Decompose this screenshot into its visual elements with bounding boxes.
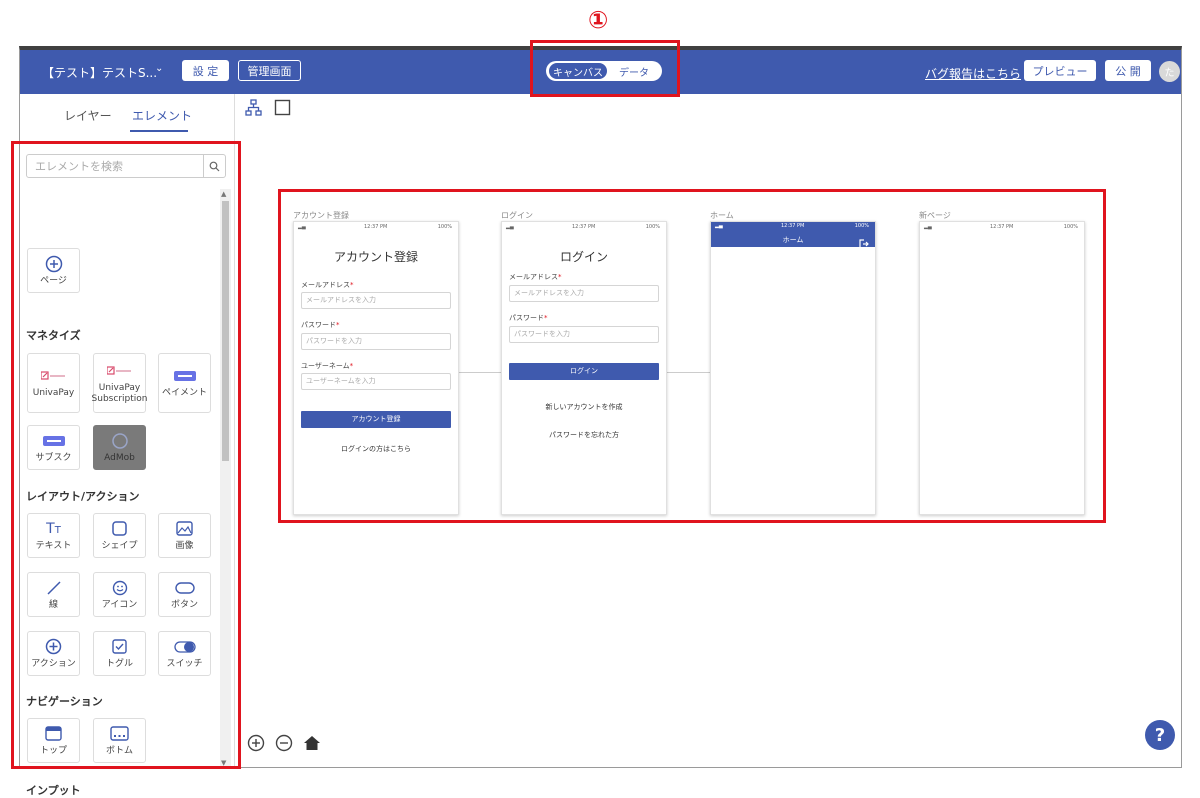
zoom-out-icon[interactable] [275,734,293,756]
chevron-down-icon[interactable]: ⌄ [155,63,163,74]
project-title[interactable]: 【テスト】テストS... [42,64,157,81]
publish-button[interactable]: 公 開 [1105,60,1151,81]
bug-report-link[interactable]: バグ報告はこちら [925,65,1021,82]
tab-layer[interactable]: レイヤー [64,107,112,124]
tab-element[interactable]: エレメント [132,107,192,124]
callout-1: ① [588,6,609,34]
zoom-in-icon[interactable] [247,734,265,756]
callout-box-1 [530,40,680,97]
callout-box-2 [11,141,241,769]
preview-button[interactable]: プレビュー [1024,60,1096,81]
section-input: インプット [26,784,81,797]
frame-icon[interactable] [274,99,291,120]
avatar[interactable]: た [1159,61,1180,82]
canvas-toolbar [245,99,291,120]
admin-button[interactable]: 管理画面 [238,60,301,81]
zoom-controls [247,734,321,756]
sitemap-icon[interactable] [245,99,262,120]
help-button[interactable]: ? [1145,720,1175,750]
settings-button[interactable]: 設 定 [182,60,229,81]
tab-underline [130,130,188,132]
home-icon[interactable] [303,734,321,756]
callout-box-3 [278,189,1106,523]
